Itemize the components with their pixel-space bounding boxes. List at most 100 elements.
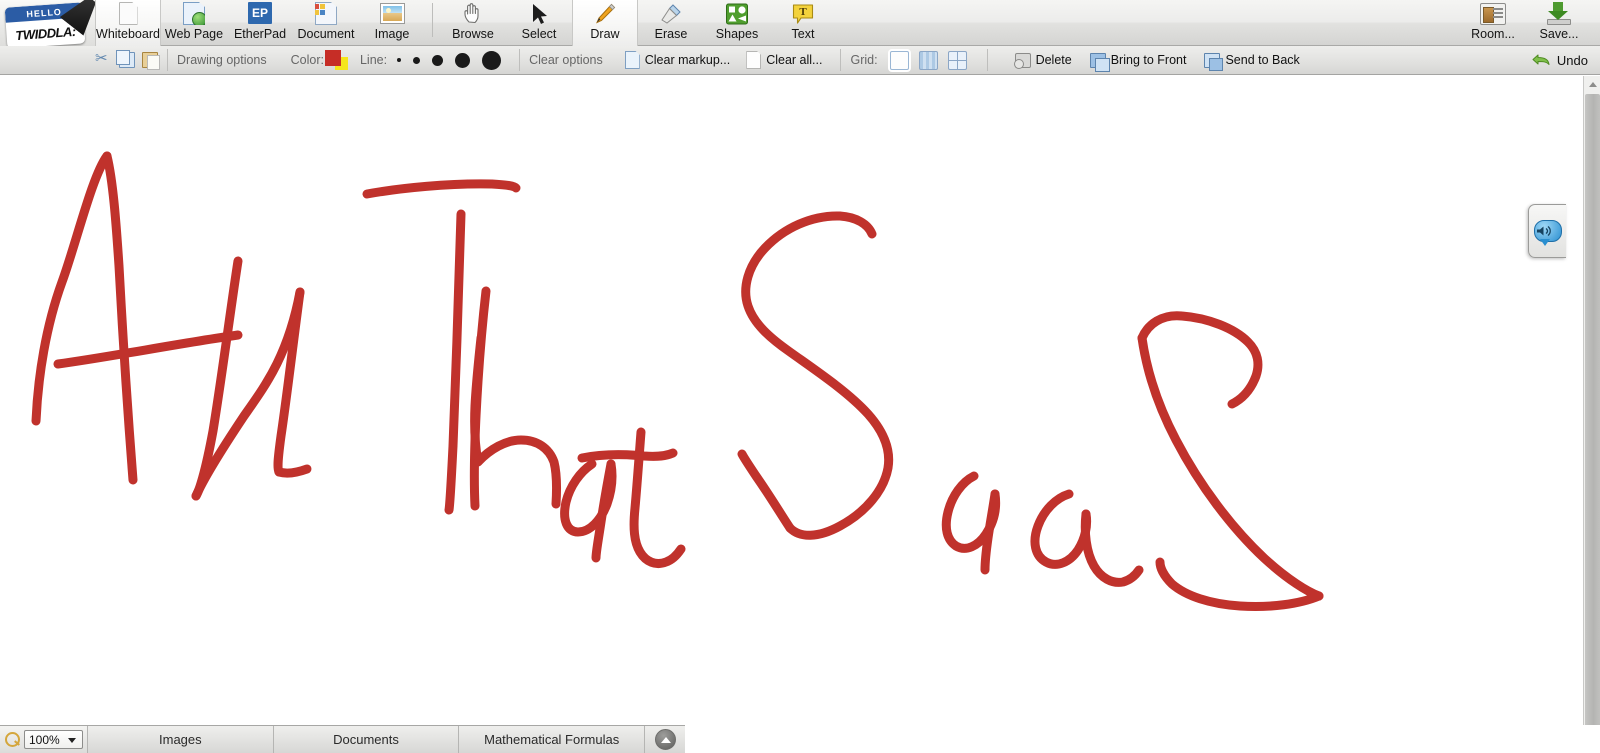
scrollbar-thumb[interactable]	[1585, 94, 1600, 753]
chevron-up-icon[interactable]	[655, 729, 676, 750]
image-icon	[379, 2, 405, 26]
canvas-scrollbar[interactable]	[1583, 76, 1600, 753]
tab-documents-label: Documents	[333, 732, 399, 747]
send-to-back-label: Send to Back	[1225, 53, 1299, 67]
grid-label: Grid:	[850, 53, 877, 67]
hand-icon	[460, 2, 486, 26]
zoom-value: 100%	[29, 733, 60, 747]
grid-option-none[interactable]	[890, 51, 909, 70]
line-width-2[interactable]	[413, 57, 420, 64]
chevron-down-icon	[68, 738, 76, 743]
toolbar-separator-1	[432, 3, 433, 37]
save-download-icon	[1546, 2, 1572, 26]
tool-browse[interactable]: Browse	[440, 0, 506, 46]
audio-bubble-icon	[1534, 220, 1562, 242]
line-width-3[interactable]	[432, 55, 443, 66]
subbar-separator-1	[167, 49, 168, 71]
clear-markup-icon	[625, 51, 640, 69]
clear-markup-label: Clear markup...	[645, 53, 730, 67]
send-to-back-button[interactable]: Send to Back	[1204, 53, 1299, 68]
tab-mathematical-formulas[interactable]: Mathematical Formulas	[459, 726, 645, 753]
line-label: Line:	[360, 53, 387, 67]
handwriting-drawing	[0, 76, 1583, 717]
scroll-up-arrow-icon[interactable]	[1584, 76, 1600, 93]
tool-erase[interactable]: Erase	[638, 0, 704, 46]
color-swatch[interactable]	[324, 49, 352, 71]
clear-all-button[interactable]: Clear all...	[746, 51, 822, 69]
tool-select-label: Select	[522, 27, 557, 41]
tool-save[interactable]: Save...	[1526, 0, 1592, 46]
eraser-icon	[658, 2, 684, 26]
undo-button[interactable]: Undo	[1531, 53, 1600, 68]
tool-room-label: Room...	[1471, 27, 1515, 41]
scissors-icon[interactable]	[95, 52, 112, 69]
tool-whiteboard[interactable]: Whiteboard	[95, 0, 161, 46]
delete-button[interactable]: Delete	[1015, 53, 1072, 68]
tool-browse-label: Browse	[452, 27, 494, 41]
bring-to-front-icon	[1090, 53, 1106, 68]
tab-images[interactable]: Images	[88, 726, 274, 753]
tool-room[interactable]: Room...	[1460, 0, 1526, 46]
subbar-separator-2	[519, 49, 520, 71]
tool-erase-label: Erase	[655, 27, 688, 41]
twiddla-logo[interactable]: HELLO TWIDDLA:	[0, 0, 95, 46]
mode-tool-group: Browse Select Draw	[440, 0, 836, 46]
paste-icon[interactable]	[142, 52, 158, 68]
color-label: Color:	[291, 53, 324, 67]
line-width-4[interactable]	[455, 53, 470, 68]
copy-icon[interactable]	[119, 52, 135, 68]
document-icon	[313, 2, 339, 26]
zoom-control[interactable]: 100%	[0, 726, 88, 753]
tool-web-page[interactable]: Web Page	[161, 0, 227, 46]
bottombar-filler	[685, 725, 1600, 753]
panel-collapse-cell[interactable]	[645, 726, 685, 753]
tool-shapes-label: Shapes	[716, 27, 758, 41]
tool-save-label: Save...	[1540, 27, 1579, 41]
content-tool-group: Whiteboard Web Page EP EtherPad Document…	[95, 0, 425, 46]
tool-etherpad[interactable]: EP EtherPad	[227, 0, 293, 46]
tool-draw-label: Draw	[590, 27, 619, 41]
twiddla-whiteboard-app: HELLO TWIDDLA: Whiteboard Web Page EP Et…	[0, 0, 1600, 753]
primary-color-swatch[interactable]	[325, 50, 341, 66]
tool-web-page-label: Web Page	[165, 27, 223, 41]
options-toolbar: Drawing options Color: Line: Clear optio…	[0, 46, 1600, 75]
audio-panel-tab[interactable]	[1528, 204, 1566, 258]
bring-to-front-button[interactable]: Bring to Front	[1090, 53, 1187, 68]
grid-option-quad[interactable]	[948, 51, 967, 70]
pencil-icon	[592, 2, 618, 26]
clipboard-group	[95, 46, 158, 75]
tool-whiteboard-label: Whiteboard	[96, 27, 160, 41]
line-width-5[interactable]	[482, 51, 501, 70]
subbar-separator-4	[987, 49, 988, 71]
bring-to-front-label: Bring to Front	[1111, 53, 1187, 67]
tool-shapes[interactable]: Shapes	[704, 0, 770, 46]
tool-draw[interactable]: Draw	[572, 0, 638, 46]
tool-text[interactable]: T Text	[770, 0, 836, 46]
grid-option-lines[interactable]	[919, 51, 938, 70]
bottom-toolbar: 100% Images Documents Mathematical Formu…	[0, 725, 685, 753]
tool-text-label: Text	[792, 27, 815, 41]
shapes-icon	[724, 2, 750, 26]
tool-etherpad-label: EtherPad	[234, 27, 286, 41]
line-width-1[interactable]	[397, 58, 401, 62]
tool-document[interactable]: Document	[293, 0, 359, 46]
send-to-back-icon	[1204, 53, 1220, 68]
zoom-select[interactable]: 100%	[24, 730, 83, 749]
clear-all-icon	[746, 51, 761, 69]
clear-markup-button[interactable]: Clear markup...	[625, 51, 730, 69]
blank-page-icon	[115, 2, 141, 26]
whiteboard-canvas[interactable]	[0, 76, 1583, 717]
undo-arrow-icon	[1531, 53, 1551, 67]
svg-text:T: T	[799, 6, 807, 18]
tool-image[interactable]: Image	[359, 0, 425, 46]
tab-documents[interactable]: Documents	[274, 726, 460, 753]
tab-mathematical-formulas-label: Mathematical Formulas	[484, 732, 619, 747]
tool-select[interactable]: Select	[506, 0, 572, 46]
tool-image-label: Image	[375, 27, 410, 41]
delete-label: Delete	[1036, 53, 1072, 67]
line-width-group	[397, 46, 501, 75]
main-toolbar: HELLO TWIDDLA: Whiteboard Web Page EP Et…	[0, 0, 1600, 46]
tool-document-label: Document	[298, 27, 355, 41]
room-badge-icon	[1480, 2, 1506, 26]
clear-options-label: Clear options	[529, 53, 603, 67]
